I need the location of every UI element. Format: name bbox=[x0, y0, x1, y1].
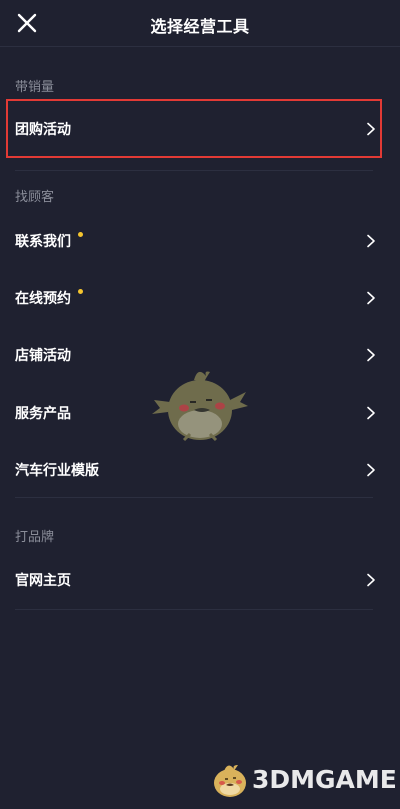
watermark-text: 3DMGAME bbox=[252, 765, 397, 794]
menu-item-label: 团购活动 bbox=[15, 122, 71, 138]
watermark-logo-icon bbox=[214, 765, 246, 797]
menu-item-contact-us[interactable]: 联系我们 bbox=[0, 213, 392, 269]
header-bar: 选择经营工具 bbox=[0, 0, 400, 46]
section-label-sales: 带销量 bbox=[15, 80, 55, 95]
menu-item-label: 店铺活动 bbox=[15, 348, 71, 364]
menu-item-official-homepage[interactable]: 官网主页 bbox=[0, 552, 392, 608]
section-label-branding: 打品牌 bbox=[15, 530, 55, 545]
section-divider bbox=[15, 609, 373, 610]
notification-dot bbox=[78, 232, 83, 237]
menu-item-label: 联系我们 bbox=[15, 234, 71, 250]
menu-item-label: 汽车行业模版 bbox=[15, 463, 99, 479]
chevron-right-icon bbox=[367, 348, 375, 362]
chevron-right-icon bbox=[367, 234, 375, 248]
menu-item-online-booking[interactable]: 在线预约 bbox=[0, 270, 392, 326]
menu-item-auto-industry-template[interactable]: 汽车行业模版 bbox=[0, 442, 392, 498]
chevron-right-icon bbox=[367, 463, 375, 477]
menu-item-label: 在线预约 bbox=[15, 291, 71, 307]
select-business-tool-screen: 选择经营工具 带销量 团购活动 找顾客 联系我们 在线预约 店铺活动 服务产品 bbox=[0, 0, 400, 809]
chevron-right-icon bbox=[367, 573, 375, 587]
mascot-watermark bbox=[152, 371, 248, 442]
chevron-right-icon bbox=[367, 291, 375, 305]
chevron-right-icon bbox=[367, 406, 375, 420]
header-divider bbox=[0, 46, 400, 47]
menu-item-label: 服务产品 bbox=[15, 406, 71, 422]
section-divider bbox=[15, 170, 373, 171]
page-title: 选择经营工具 bbox=[150, 17, 250, 36]
menu-item-label: 官网主页 bbox=[15, 573, 71, 589]
menu-item-group-buying[interactable]: 团购活动 bbox=[0, 101, 392, 157]
section-label-customers: 找顾客 bbox=[15, 190, 55, 205]
notification-dot bbox=[78, 289, 83, 294]
chevron-right-icon bbox=[367, 122, 375, 136]
section-divider bbox=[15, 497, 373, 498]
